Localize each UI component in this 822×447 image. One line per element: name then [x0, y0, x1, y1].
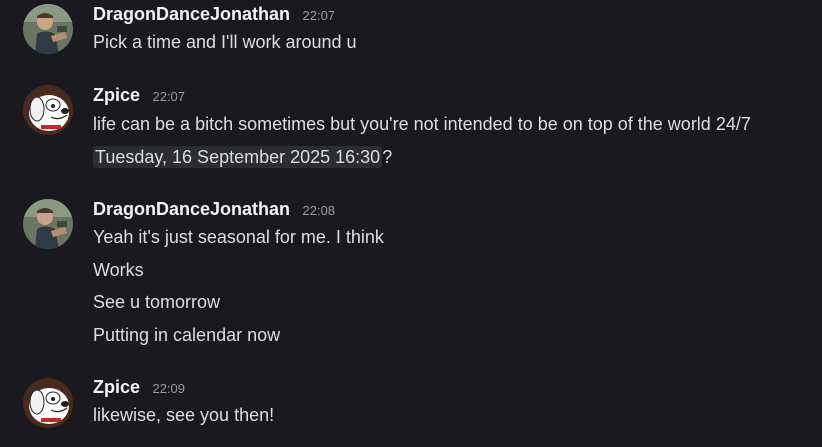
message-text-with-date: Tuesday, 16 September 2025 16:30? [93, 145, 392, 169]
message-text: Works [93, 260, 144, 280]
message-text: See u tomorrow [93, 292, 221, 312]
message-header: Zpice 22:09 [93, 377, 185, 398]
dog-avatar-icon [23, 85, 73, 135]
message-text: Putting in calendar now [93, 325, 281, 345]
message-text: life can be a bitch sometimes but you're… [93, 114, 751, 134]
user-avatar-zpice[interactable] [23, 378, 73, 428]
message-text: Yeah it's just seasonal for me. I think [93, 227, 384, 247]
chat-messages: DragonDanceJonathan 22:07 Pick a time an… [0, 0, 822, 447]
date-suffix: ? [382, 147, 393, 167]
message-header: DragonDanceJonathan 22:07 [93, 4, 335, 25]
author-name[interactable]: Zpice [93, 377, 140, 397]
timestamp-chip[interactable]: Tuesday, 16 September 2025 16:30 [93, 146, 383, 168]
author-name[interactable]: DragonDanceJonathan [93, 4, 290, 24]
author-name[interactable]: DragonDanceJonathan [93, 199, 290, 219]
jonathan-avatar-icon [23, 4, 73, 54]
message-header: Zpice 22:07 [93, 85, 185, 106]
user-avatar-zpice[interactable] [23, 85, 73, 135]
timestamp: 22:09 [152, 381, 186, 396]
user-avatar-jonathan[interactable] [23, 4, 73, 54]
message-text: likewise, see you then! [93, 405, 275, 425]
dog-avatar-icon [23, 378, 73, 428]
timestamp: 22:08 [302, 203, 336, 218]
jonathan-avatar-icon [23, 199, 73, 249]
author-name[interactable]: Zpice [93, 85, 140, 105]
message-text: Pick a time and I'll work around u [93, 32, 357, 52]
user-avatar-jonathan[interactable] [23, 199, 73, 249]
timestamp: 22:07 [152, 89, 186, 104]
message-header: DragonDanceJonathan 22:08 [93, 199, 335, 220]
timestamp: 22:07 [302, 8, 336, 23]
